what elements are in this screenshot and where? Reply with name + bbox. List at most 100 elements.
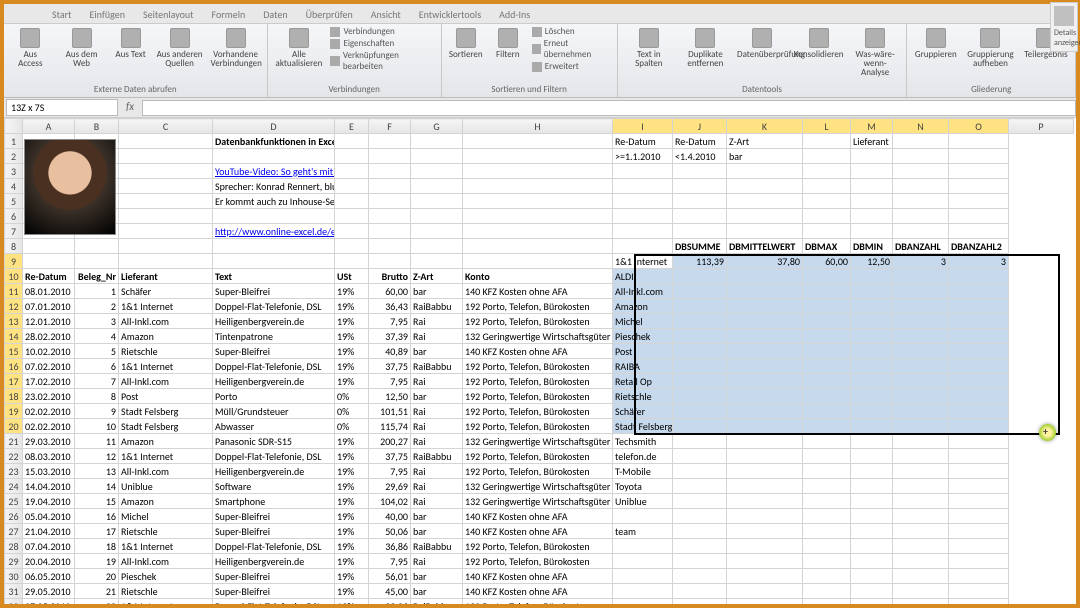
col-header[interactable]: F — [369, 119, 411, 134]
cell[interactable]: Lieferant — [119, 269, 213, 284]
cell[interactable] — [119, 179, 213, 194]
cell[interactable]: Super-Bleifrei — [213, 284, 335, 299]
cell[interactable]: 19% — [335, 329, 369, 344]
cell[interactable] — [803, 524, 851, 539]
cell[interactable]: 10.02.2010 — [23, 344, 75, 359]
cell[interactable] — [803, 374, 851, 389]
cell[interactable] — [673, 329, 727, 344]
cell[interactable] — [803, 179, 851, 194]
cell[interactable] — [463, 254, 613, 269]
ribbon-button[interactable]: Text in Spalten — [624, 26, 675, 70]
ribbon-button[interactable]: Was-wäre-wenn-Analyse — [850, 26, 901, 79]
row-header[interactable]: 18 — [5, 389, 23, 404]
col-header[interactable]: P — [1009, 119, 1074, 134]
cell[interactable]: Brutto — [369, 269, 411, 284]
cell[interactable] — [949, 404, 1009, 419]
cell[interactable] — [893, 404, 949, 419]
cell[interactable] — [673, 359, 727, 374]
cell[interactable]: Uniblue — [119, 479, 213, 494]
cell[interactable]: 19% — [335, 569, 369, 584]
cell[interactable] — [727, 344, 803, 359]
cell[interactable]: 132 Geringwertige Wirtschaftsgüter — [463, 494, 613, 509]
cell[interactable] — [893, 224, 949, 239]
cell[interactable]: 1&1 Internet — [119, 359, 213, 374]
cell[interactable]: RAIBA — [613, 359, 673, 374]
cell[interactable] — [727, 464, 803, 479]
cell[interactable]: 12 — [75, 449, 119, 464]
cell[interactable] — [119, 149, 213, 164]
cell[interactable]: 9 — [75, 404, 119, 419]
row-header[interactable]: 26 — [5, 509, 23, 524]
col-header[interactable]: O — [949, 119, 1009, 134]
ribbon-mini-item[interactable]: Eigenschaften — [330, 38, 434, 49]
cell[interactable] — [727, 179, 803, 194]
cell[interactable]: Datenbankfunktionen in Excel — [213, 134, 335, 149]
cell[interactable] — [949, 164, 1009, 179]
cell[interactable]: Rietschle — [119, 584, 213, 599]
cell[interactable] — [727, 374, 803, 389]
row-header[interactable]: 12 — [5, 299, 23, 314]
cell[interactable] — [613, 224, 673, 239]
cell[interactable]: 02.02.2010 — [23, 419, 75, 434]
cell[interactable] — [727, 524, 803, 539]
cell[interactable]: >=1.1.2010 — [613, 149, 673, 164]
cell[interactable] — [727, 329, 803, 344]
cell[interactable]: RaiBabbu — [411, 299, 463, 314]
cell[interactable] — [851, 584, 893, 599]
cell[interactable]: 12,50 — [851, 254, 893, 269]
cell[interactable] — [949, 524, 1009, 539]
cell[interactable]: 15.03.2010 — [23, 464, 75, 479]
cell[interactable]: http://www.online-excel.de/excel/singsel… — [213, 224, 335, 239]
fx-icon[interactable]: fx — [122, 100, 138, 116]
cell[interactable] — [463, 239, 613, 254]
cell[interactable] — [335, 224, 369, 239]
cell[interactable]: 1&1 Internet — [119, 299, 213, 314]
cell[interactable] — [949, 419, 1009, 434]
cell[interactable] — [463, 224, 613, 239]
cell[interactable] — [893, 179, 949, 194]
cell[interactable]: Retail Op — [613, 374, 673, 389]
cell[interactable]: 7,95 — [369, 464, 411, 479]
cell[interactable]: Amazon — [613, 299, 673, 314]
cell[interactable]: <1.4.2010 — [673, 149, 727, 164]
col-header[interactable]: M — [851, 119, 893, 134]
cell[interactable]: 113,39 — [673, 254, 727, 269]
cell[interactable] — [727, 194, 803, 209]
cell[interactable]: 8 — [75, 389, 119, 404]
cell[interactable] — [613, 239, 673, 254]
cell[interactable] — [893, 359, 949, 374]
cell[interactable]: Super-Bleifrei — [213, 569, 335, 584]
cell[interactable] — [613, 584, 673, 599]
cell[interactable] — [949, 284, 1009, 299]
cell[interactable]: 192 Porto, Telefon, Bürokosten — [463, 374, 613, 389]
formula-bar[interactable] — [142, 100, 1076, 116]
cell[interactable] — [673, 554, 727, 569]
cell[interactable] — [851, 509, 893, 524]
cell[interactable]: RaiBabbu — [411, 359, 463, 374]
cell[interactable]: Re-Datum — [23, 269, 75, 284]
cell[interactable] — [803, 209, 851, 224]
cell[interactable] — [893, 569, 949, 584]
cell[interactable] — [213, 254, 335, 269]
col-header[interactable]: G — [411, 119, 463, 134]
cell[interactable] — [949, 134, 1009, 149]
cell[interactable] — [727, 299, 803, 314]
cell[interactable]: 07.04.2010 — [23, 539, 75, 554]
cell[interactable] — [613, 179, 673, 194]
cell[interactable] — [727, 314, 803, 329]
cell[interactable] — [673, 479, 727, 494]
cell[interactable]: 19% — [335, 509, 369, 524]
cell[interactable] — [893, 539, 949, 554]
cell[interactable] — [335, 209, 369, 224]
cell[interactable]: 37,39 — [369, 329, 411, 344]
cell[interactable] — [803, 449, 851, 464]
cell[interactable]: Heiligenbergverein.de — [213, 554, 335, 569]
cell[interactable] — [119, 134, 213, 149]
cell[interactable]: Amazon — [119, 329, 213, 344]
cell[interactable] — [673, 419, 727, 434]
cell[interactable]: 19% — [335, 479, 369, 494]
cell[interactable] — [949, 359, 1009, 374]
cell[interactable]: 6 — [75, 359, 119, 374]
row-header[interactable]: 2 — [5, 149, 23, 164]
tab[interactable]: Entwicklertools — [411, 6, 489, 23]
